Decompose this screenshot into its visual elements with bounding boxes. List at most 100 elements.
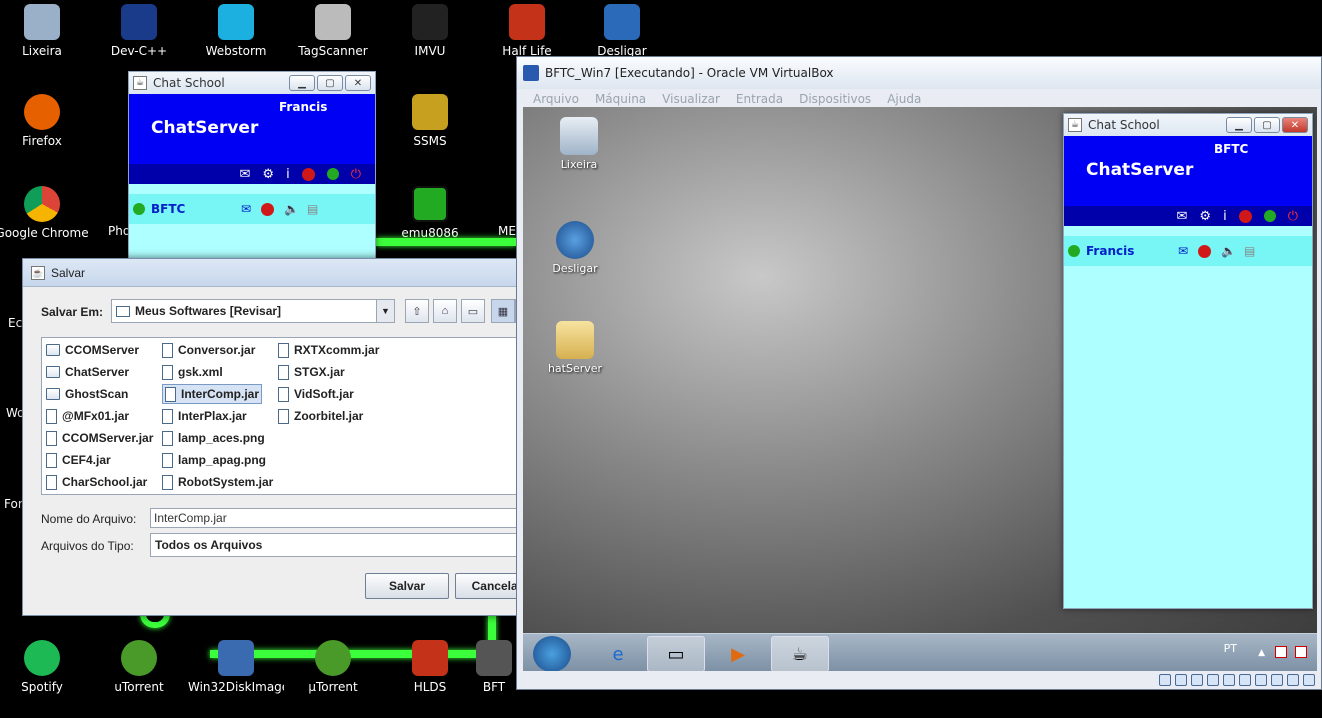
internet-explorer-icon[interactable]: e: [589, 636, 647, 672]
status-online-icon[interactable]: [326, 168, 339, 180]
desktop-icon-emu8086[interactable]: emu8086: [382, 186, 478, 240]
new-folder-button[interactable]: ▭: [461, 299, 485, 323]
save-in-select[interactable]: Meus Softwares [Revisar] ▼: [111, 299, 395, 323]
cd-status-icon[interactable]: [1175, 674, 1187, 686]
block-icon[interactable]: [301, 167, 315, 181]
block-icon[interactable]: [1198, 244, 1212, 258]
chat-window-titlebar[interactable]: ☕ Chat School ▁ ▢ ✕: [129, 72, 375, 94]
maximize-button[interactable]: ▢: [317, 75, 343, 91]
file-item[interactable]: RXTXcomm.jar: [278, 340, 379, 360]
status-online-icon[interactable]: [1263, 210, 1276, 222]
desktop-icon[interactable]: Desligar: [574, 4, 670, 58]
home-button[interactable]: ⌂: [433, 299, 457, 323]
file-item[interactable]: CharSchool.jar: [46, 472, 147, 492]
mail-icon[interactable]: ✉: [1178, 244, 1188, 258]
menu-item[interactable]: Máquina: [595, 92, 646, 106]
document-icon[interactable]: ▤: [307, 202, 318, 216]
desktop-icon[interactable]: IMVU: [382, 4, 478, 58]
desktop-icon[interactable]: µTorrent: [285, 640, 381, 694]
network-status-icon[interactable]: [1207, 674, 1219, 686]
minimize-button[interactable]: ▁: [289, 75, 315, 91]
desktop-icon[interactable]: Spotify: [0, 640, 90, 694]
desktop-icon[interactable]: HLDS: [382, 640, 478, 694]
mail-icon[interactable]: ✉: [241, 202, 251, 216]
host-key-icon[interactable]: [1303, 674, 1315, 686]
folder-item[interactable]: CCOMServer: [46, 340, 139, 360]
minimize-button[interactable]: ▁: [1226, 117, 1252, 133]
desktop-icon[interactable]: uTorrent: [91, 640, 187, 694]
close-button[interactable]: ✕: [1282, 117, 1308, 133]
file-item[interactable]: gsk.xml: [162, 362, 223, 382]
media-player-icon[interactable]: ▶: [709, 636, 767, 672]
block-icon[interactable]: [1238, 209, 1252, 223]
file-item[interactable]: Zoorbitel.jar: [278, 406, 363, 426]
audio-status-icon[interactable]: [1191, 674, 1203, 686]
desktop-icon[interactable]: Half Life: [479, 4, 575, 58]
mouse-integration-icon[interactable]: [1287, 674, 1299, 686]
save-button[interactable]: Salvar: [365, 573, 449, 599]
file-item[interactable]: CCOMServer.jar: [46, 428, 153, 448]
language-indicator[interactable]: PT: [1224, 642, 1237, 655]
desktop-icon[interactable]: TagScanner: [285, 4, 381, 58]
gear-icon[interactable]: ⚙: [1199, 209, 1211, 224]
chat-window-titlebar[interactable]: ☕ Chat School ▁ ▢ ✕: [1064, 114, 1312, 136]
block-icon[interactable]: [261, 202, 275, 216]
guest-icon-chatserver-folder[interactable]: hatServer: [543, 321, 607, 375]
desktop-icon[interactable]: Dev-C++: [91, 4, 187, 58]
up-folder-button[interactable]: ⇧: [405, 299, 429, 323]
guest-chat-school-window[interactable]: ☕ Chat School ▁ ▢ ✕ BFTC ChatServer ✉ ⚙ …: [1063, 113, 1313, 609]
menu-item[interactable]: Ajuda: [887, 92, 921, 106]
save-dialog-titlebar[interactable]: ☕ Salvar ✕: [23, 259, 557, 287]
file-item[interactable]: InterComp.jar: [162, 384, 263, 404]
file-item[interactable]: lamp_aces.png: [162, 428, 265, 448]
shared-folder-status-icon[interactable]: [1239, 674, 1251, 686]
folder-item[interactable]: GhostScan: [46, 384, 128, 404]
volume-icon[interactable]: [1295, 646, 1307, 658]
menu-item[interactable]: Arquivo: [533, 92, 579, 106]
guest-icon-shutdown[interactable]: Desligar: [543, 221, 607, 275]
file-item[interactable]: VidSoft.jar: [278, 384, 354, 404]
speaker-icon[interactable]: 🔈: [284, 202, 299, 216]
start-button[interactable]: [533, 636, 571, 672]
folder-item[interactable]: ChatServer: [46, 362, 129, 382]
video-capture-status-icon[interactable]: [1271, 674, 1283, 686]
desktop-icon[interactable]: Lixeira: [0, 4, 90, 58]
virtualbox-window[interactable]: BFTC_Win7 [Executando] - Oracle VM Virtu…: [516, 56, 1322, 690]
virtualbox-titlebar[interactable]: BFTC_Win7 [Executando] - Oracle VM Virtu…: [517, 57, 1321, 89]
file-list[interactable]: CCOMServer ChatServer GhostScan @MFx01.jar C…: [41, 337, 539, 495]
filetype-select[interactable]: Todos os Arquivos ▼: [150, 533, 539, 557]
file-item[interactable]: STGX.jar: [278, 362, 345, 382]
mail-icon[interactable]: ✉: [240, 167, 251, 182]
maximize-button[interactable]: ▢: [1254, 117, 1280, 133]
desktop-icon[interactable]: BFT: [474, 640, 514, 694]
save-dialog[interactable]: ☕ Salvar ✕ Salvar Em: Meus Softwares [Re…: [22, 258, 558, 616]
desktop-icon[interactable]: Webstorm: [188, 4, 284, 58]
close-button[interactable]: ✕: [345, 75, 371, 91]
file-item[interactable]: InterPlax.jar: [162, 406, 247, 426]
desktop-icon-ssms[interactable]: SSMS: [382, 94, 478, 148]
file-item[interactable]: CEF4.jar: [46, 450, 111, 470]
mail-icon[interactable]: ✉: [1177, 209, 1188, 224]
desktop-icon-chrome[interactable]: Google Chrome: [0, 186, 90, 240]
power-icon[interactable]: ⏻: [1288, 209, 1298, 224]
file-item[interactable]: @MFx01.jar: [46, 406, 129, 426]
network-icon[interactable]: [1275, 646, 1287, 658]
document-icon[interactable]: ▤: [1244, 244, 1255, 258]
power-icon[interactable]: ⏻: [351, 167, 361, 182]
filename-input[interactable]: InterComp.jar: [150, 508, 539, 528]
explorer-icon[interactable]: ▭: [647, 636, 705, 672]
desktop-icon-firefox[interactable]: Firefox: [0, 94, 90, 148]
tray-expand-icon[interactable]: ▲: [1258, 648, 1265, 658]
info-icon[interactable]: i: [286, 167, 290, 182]
menu-item[interactable]: Dispositivos: [799, 92, 871, 106]
usb-status-icon[interactable]: [1223, 674, 1235, 686]
file-item[interactable]: RobotSystem.jar: [162, 472, 273, 492]
desktop-icon[interactable]: Win32DiskImager: [188, 640, 284, 694]
guest-icon-trash[interactable]: Lixeira: [547, 117, 611, 171]
info-icon[interactable]: i: [1223, 209, 1227, 224]
contact-row[interactable]: BFTC ✉ 🔈 ▤: [129, 194, 375, 224]
menu-item[interactable]: Entrada: [736, 92, 783, 106]
hdd-status-icon[interactable]: [1159, 674, 1171, 686]
gear-icon[interactable]: ⚙: [262, 167, 274, 182]
file-item[interactable]: Conversor.jar: [162, 340, 255, 360]
